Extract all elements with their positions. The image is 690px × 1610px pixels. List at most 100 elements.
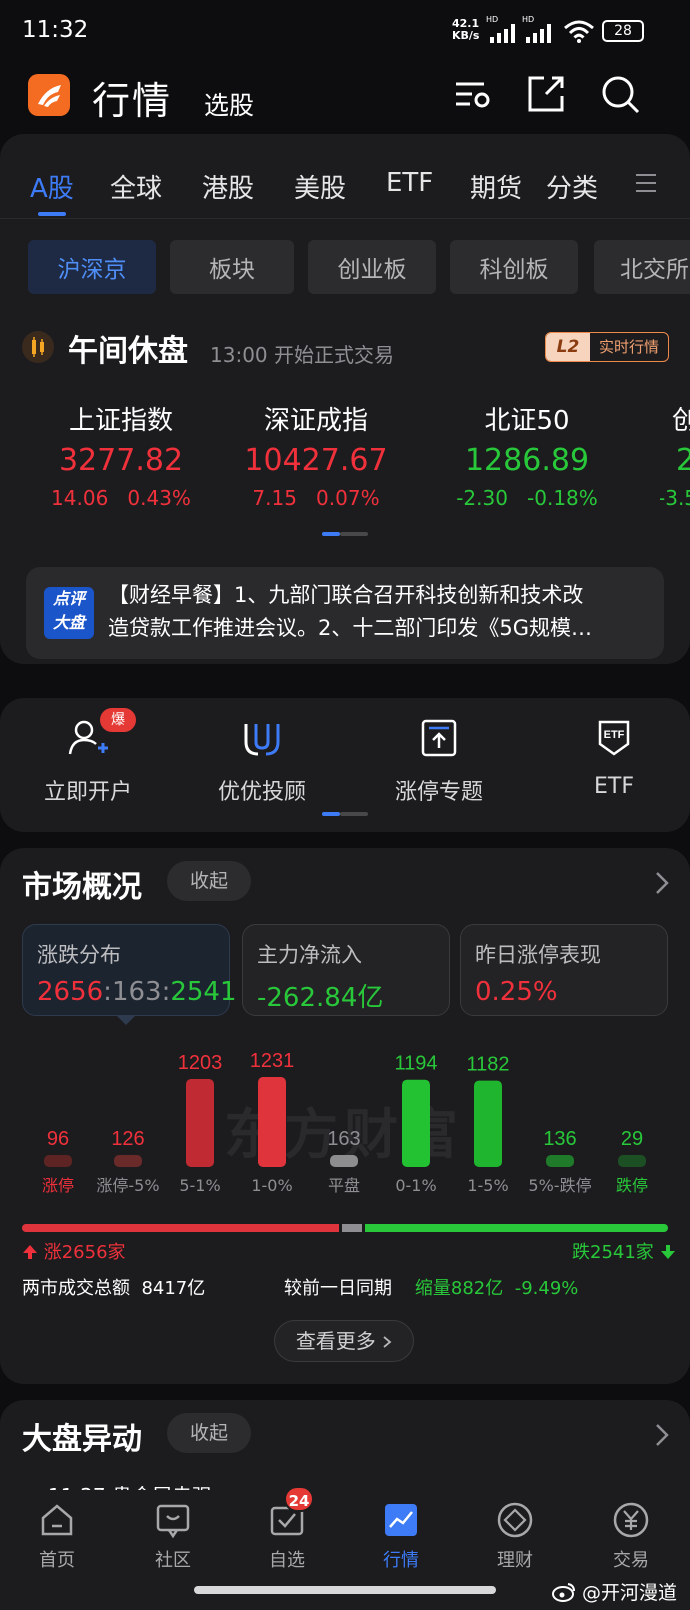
index-partial[interactable]: 创 2 -3.5 (660, 400, 690, 510)
tab-hk[interactable]: 港股 (202, 168, 254, 205)
svg-text:ETF: ETF (604, 729, 625, 741)
distribution-bar-label: 1-0% (251, 1176, 292, 1195)
news-text: 【财经早餐】1、九部门联合召开科技创新和技术改 造贷款工作推进会议。2、十二部门… (108, 579, 592, 645)
battery-icon: 28 (602, 20, 644, 42)
chip-shsz[interactable]: 沪深京 (28, 240, 156, 294)
status-bar: 11:32 42.1 KB/s HD HD 28 (0, 0, 690, 62)
shortcut-label: 优优投顾 (217, 780, 306, 805)
breadth-box[interactable]: 涨跌分布 2656:163:2541 (22, 924, 237, 1016)
distribution-bar (330, 1155, 358, 1167)
movers-collapse-button[interactable]: 收起 (167, 1413, 251, 1453)
chip-chinext[interactable]: 创业板 (308, 240, 436, 294)
badge-bottom: 大盘 (52, 613, 85, 632)
nav-trade[interactable]: 交易 (576, 1500, 686, 1572)
distribution-bar-value: 1203 (178, 1052, 223, 1074)
index-change: 14.06 (51, 486, 109, 510)
hd-label-1: HD (486, 15, 499, 24)
net-inflow-value: -262.84亿 (257, 983, 384, 1013)
index-change: -2.30 (456, 486, 508, 510)
turnover-value: 8417亿 (141, 1278, 206, 1299)
limit-up-perf-box[interactable]: 昨日涨停表现 0.25% (460, 924, 668, 1016)
shortcut-etf[interactable]: ETF ETF (544, 716, 684, 799)
share-icon[interactable] (524, 72, 568, 116)
chip-star[interactable]: 科创板 (450, 240, 578, 294)
view-more-label: 查看更多 (295, 1329, 376, 1353)
menu-icon[interactable] (634, 170, 658, 196)
shortcut-advisor[interactable]: 优优投顾 (192, 716, 332, 806)
l2-badge-text: 实时行情 (598, 338, 659, 356)
signal-icon-2: HD (522, 15, 556, 51)
search-icon[interactable] (598, 72, 642, 116)
distribution-bar-label: 涨停 (42, 1176, 74, 1195)
home-icon (41, 1504, 73, 1536)
tab-futures[interactable]: 期货 (470, 168, 522, 205)
shortcut-limit-up[interactable]: 涨停专题 (369, 716, 509, 806)
chevron-right-icon[interactable] (654, 1422, 670, 1448)
view-more-button[interactable]: 查看更多 (274, 1320, 414, 1362)
weibo-icon (552, 1583, 575, 1602)
nav-label: 自选 (269, 1550, 305, 1571)
chip-sector[interactable]: 板块 (170, 240, 294, 294)
l2-badge[interactable]: L2 实时行情 (545, 332, 669, 362)
index-shanghai[interactable]: 上证指数 3277.82 14.06 0.43% (31, 400, 211, 510)
distribution-chart: 96 涨停 126 涨停-5% 1203 5-1% 1231 1-0% 163 平盘 1194 0-1… (42, 1050, 648, 1195)
distribution-bar (186, 1079, 214, 1167)
nav-home[interactable]: 首页 (2, 1500, 112, 1572)
signal-icon-1: HD (486, 15, 520, 51)
index-value: 1286.89 (464, 443, 590, 478)
down-count-text: 跌2541家 (572, 1242, 654, 1263)
compare-row: 较前一日同期 缩量882亿 -9.49% (284, 1274, 578, 1300)
chevron-right-icon[interactable] (654, 870, 670, 896)
index-name: 深证成指 (263, 406, 368, 436)
pager-dot (340, 812, 368, 816)
hd-label-2: HD (522, 15, 535, 24)
nav-label: 首页 (39, 1550, 75, 1571)
overview-collapse-button[interactable]: 收起 (167, 861, 251, 901)
breadth-bar-up (22, 1224, 340, 1232)
arrow-up-icon (23, 1245, 37, 1259)
shortcut-label: 涨停专题 (394, 780, 483, 805)
tab-us[interactable]: 美股 (294, 168, 346, 205)
home-indicator[interactable] (194, 1586, 496, 1594)
index-pct: -0.18% (527, 486, 598, 510)
tab-category[interactable]: 分类 (546, 168, 598, 205)
net-inflow-box[interactable]: 主力净流入 -262.84亿 (242, 924, 450, 1016)
nav-watchlist[interactable]: 自选 (232, 1500, 342, 1572)
distribution-bar (402, 1079, 430, 1167)
nav-community[interactable]: 社区 (118, 1500, 228, 1572)
breadth-flat: 163 (111, 977, 162, 1007)
breadth-up: 2656 (37, 977, 104, 1007)
trade-yen-icon (613, 1502, 649, 1538)
distribution-bar-value: 136 (543, 1128, 576, 1150)
distribution-bar-value: 126 (111, 1128, 144, 1150)
nav-wealth[interactable]: 理财 (460, 1500, 570, 1572)
chip-bse[interactable]: 北交所 (594, 240, 690, 294)
index-name: 上证指数 (68, 406, 173, 436)
tab-a-shares[interactable]: A股 (30, 168, 74, 205)
box-title: 昨日涨停表现 (475, 943, 601, 967)
breadth-bar-down (364, 1224, 668, 1232)
stock-picker-link[interactable]: 选股 (204, 86, 254, 122)
news-banner[interactable]: 点评 大盘 【财经早餐】1、九部门联合召开科技创新和技术改 造贷款工作推进会议。… (26, 567, 664, 659)
distribution-bar (618, 1155, 646, 1167)
nav-label: 理财 (497, 1550, 533, 1571)
arrow-down-icon (660, 1245, 675, 1259)
shortcut-open-account[interactable]: 立即开户 (18, 716, 158, 806)
chevron-right-icon (383, 1336, 392, 1348)
nav-market[interactable]: 行情 (346, 1500, 456, 1572)
advisor-icon (244, 724, 280, 756)
index-shenzhen[interactable]: 深证成指 10427.67 7.15 0.07% (226, 400, 406, 510)
breadth-bar (22, 1224, 668, 1232)
distribution-bar (474, 1080, 502, 1167)
distribution-bar-label: 1-5% (467, 1176, 508, 1195)
pager-dot-active (322, 812, 340, 816)
settings-list-icon[interactable] (450, 72, 494, 116)
tab-global[interactable]: 全球 (110, 168, 162, 205)
index-bse50[interactable]: 北证50 1286.89 -2.30 -0.18% (437, 400, 617, 510)
weibo-credit-text: @开河漫道 (582, 1582, 678, 1604)
watchlist-badge: 24 (284, 1486, 314, 1512)
index-value: 3277.82 (58, 443, 184, 478)
tab-etf[interactable]: ETF (386, 168, 433, 198)
pager-dot (340, 532, 368, 536)
distribution-bar-label: 5-1% (179, 1176, 220, 1195)
